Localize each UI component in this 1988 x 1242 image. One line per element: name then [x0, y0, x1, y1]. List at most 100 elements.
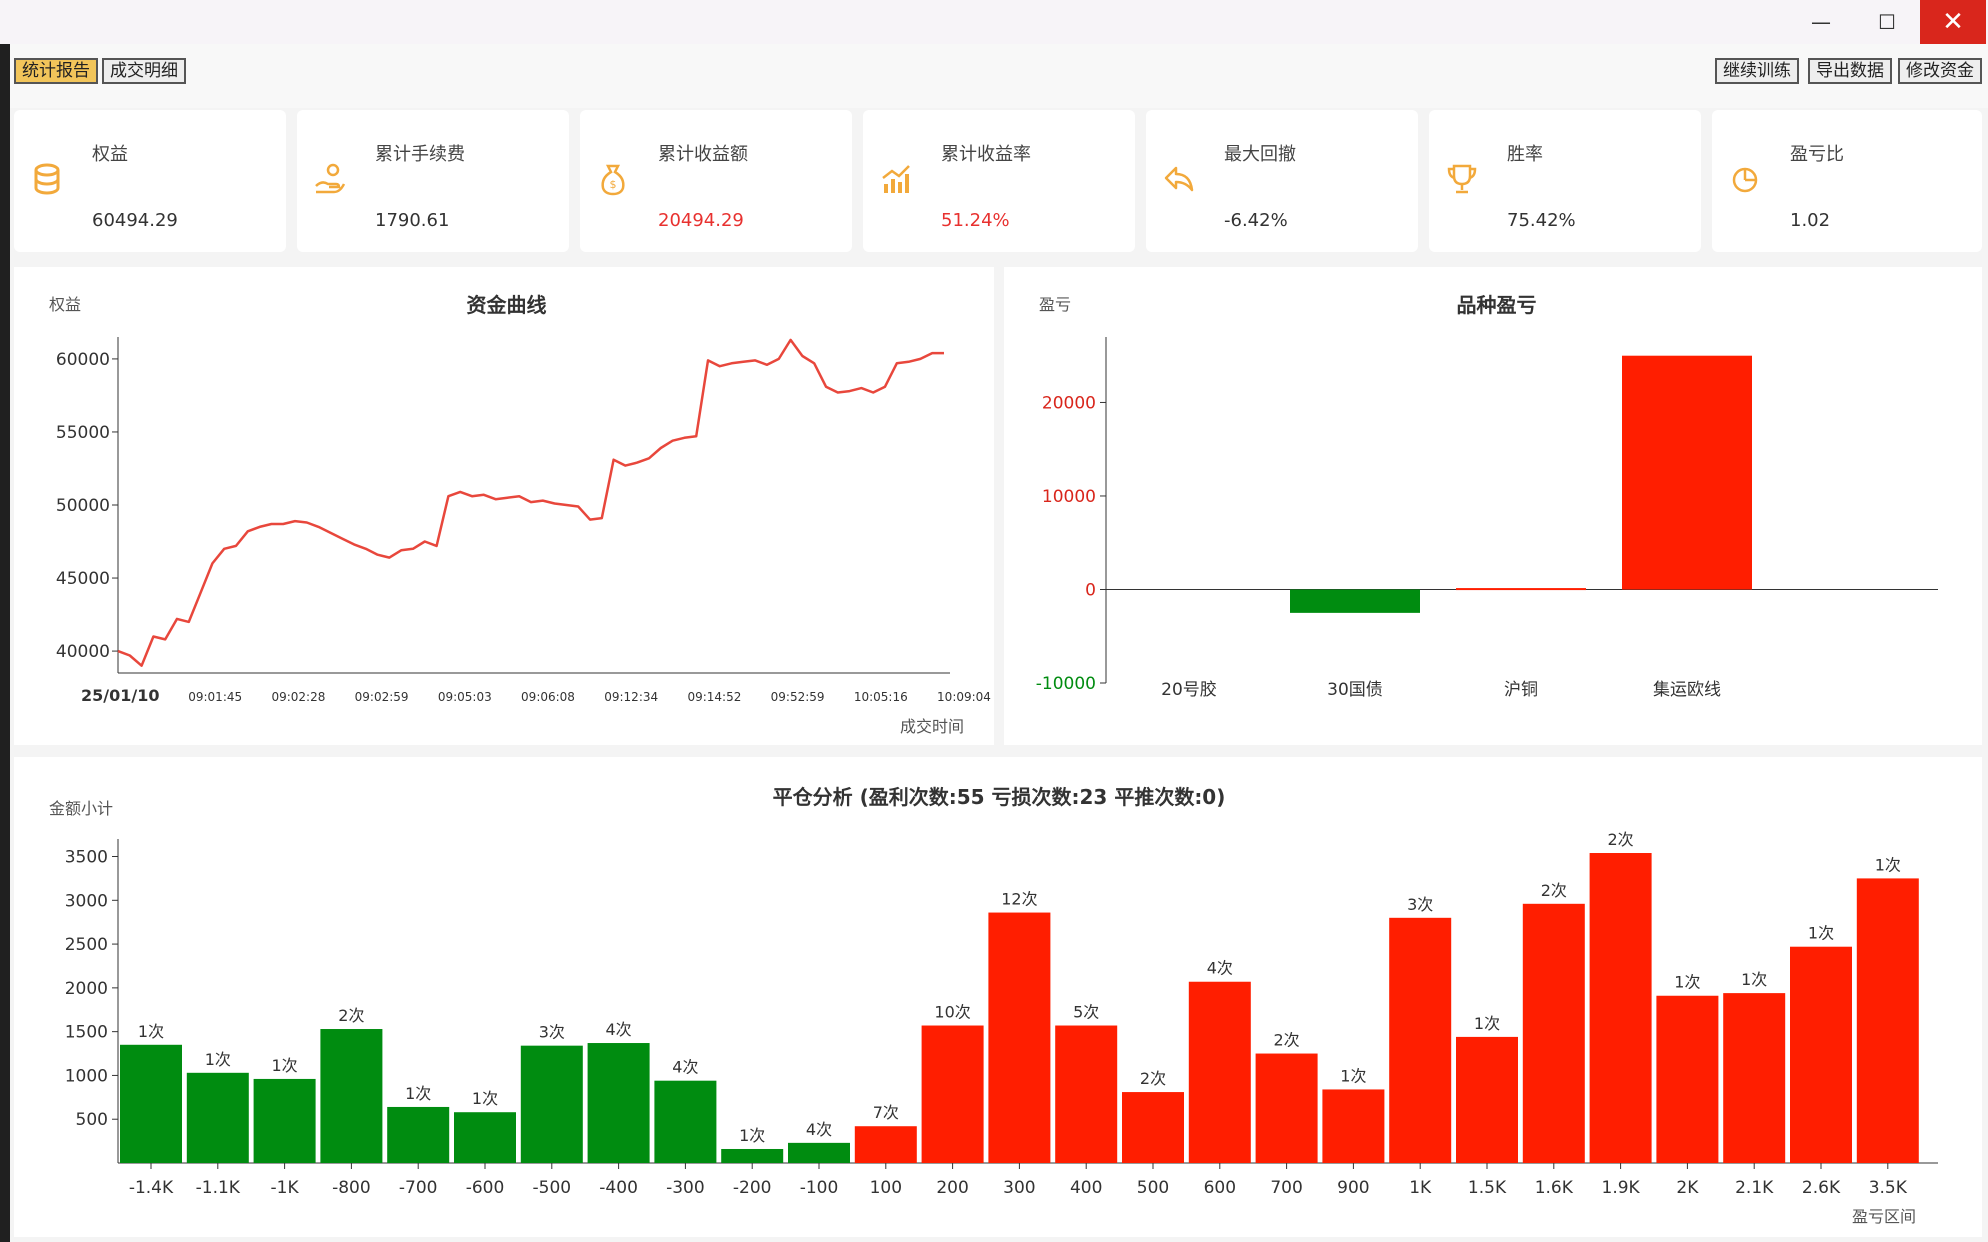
- export-data-button[interactable]: 导出数据: [1808, 58, 1892, 84]
- y-tick-label: 50000: [56, 496, 110, 516]
- y-tick-label: 1500: [65, 1023, 108, 1043]
- stat-card-max-drawdown: 最大回撤 -6.42%: [1146, 110, 1418, 252]
- continue-training-button[interactable]: 继续训练: [1715, 58, 1799, 84]
- x-tick-label: 1K: [1409, 1178, 1432, 1198]
- close-analysis-panel: 金额小计 平仓分析 (盈利次数:55 亏损次数:23 平推次数:0) 500 10…: [14, 757, 1982, 1237]
- x-tick-label: 1.5K: [1468, 1178, 1507, 1198]
- pnl-bar: [1622, 355, 1752, 590]
- bar-count-label: 7次: [873, 1103, 899, 1122]
- x-tick-label: 09:06:08: [521, 690, 575, 704]
- x-tick-label: -600: [466, 1178, 505, 1198]
- stat-value: 75.42%: [1507, 210, 1576, 231]
- bar-count-label: 1次: [472, 1089, 498, 1108]
- stat-card-win-rate: 胜率 75.42%: [1429, 110, 1701, 252]
- y-tick-label: 2500: [65, 935, 108, 955]
- close-bar: [120, 1044, 182, 1163]
- close-bar: [1723, 993, 1786, 1163]
- bar-count-label: 4次: [1207, 959, 1233, 978]
- bar-count-label: 1次: [1674, 973, 1700, 992]
- close-bar: [1055, 1025, 1118, 1163]
- x-tick-label: 100: [870, 1178, 902, 1198]
- close-bar: [988, 912, 1051, 1163]
- x-tick-label: 09:12:34: [604, 690, 658, 704]
- database-icon: [34, 163, 60, 195]
- x-tick-label: 10:05:16: [854, 690, 908, 704]
- minimize-button[interactable]: —: [1788, 0, 1854, 44]
- x-axis-name: 成交时间: [900, 717, 965, 736]
- bar-count-label: 2次: [338, 1006, 364, 1025]
- y-tick-label: 1000: [65, 1066, 108, 1086]
- trophy-icon: [1447, 164, 1477, 194]
- equity-series-line: [117, 338, 944, 667]
- bar-count-label: 1次: [138, 1022, 164, 1041]
- title-bar: — ☐ ✕: [0, 0, 1988, 44]
- close-bar: [1656, 995, 1719, 1163]
- tab-bar: 统计报告 成交明细 继续训练 导出数据 修改资金: [10, 44, 1988, 108]
- x-tick-label: -1.4K: [129, 1178, 174, 1198]
- bar-count-label: 1次: [1808, 924, 1834, 943]
- tab-statistics-report[interactable]: 统计报告: [14, 58, 98, 84]
- bar-count-label: 1次: [739, 1126, 765, 1145]
- x-tick-label: -100: [800, 1178, 839, 1198]
- x-tick-label: 700: [1270, 1178, 1302, 1198]
- bar-count-label: 4次: [606, 1020, 632, 1039]
- close-bar: [454, 1112, 516, 1163]
- stat-value: 20494.29: [658, 210, 744, 231]
- close-bar: [320, 1029, 383, 1163]
- x-tick-label: 1.9K: [1602, 1178, 1641, 1198]
- stat-value: -6.42%: [1224, 210, 1288, 231]
- bar-count-label: 5次: [1073, 1003, 1099, 1022]
- bar-count-label: 1次: [272, 1056, 298, 1075]
- maximize-button[interactable]: ☐: [1854, 0, 1920, 44]
- svg-text:$: $: [610, 178, 617, 191]
- growth-chart-icon: [882, 165, 910, 193]
- x-tick-label: 20号胶: [1161, 680, 1217, 700]
- stat-label: 盈亏比: [1790, 144, 1844, 165]
- close-bar: [721, 1148, 784, 1163]
- close-bar: [921, 1025, 984, 1163]
- equity-curve-panel: 权益 资金曲线 40000 45000 50000 55000 60000 25/01/1…: [14, 267, 994, 745]
- x-tick-label: 2.6K: [1802, 1178, 1841, 1198]
- y-tick-label: 60000: [56, 350, 110, 370]
- y-tick-label: -10000: [1036, 674, 1096, 694]
- stat-label: 累计手续费: [375, 144, 465, 165]
- x-tick-label: 300: [1003, 1178, 1035, 1198]
- x-tick-label: 集运欧线: [1653, 680, 1721, 700]
- x-tick-label: 09:01:45: [188, 690, 242, 704]
- bar-count-label: 1次: [405, 1084, 431, 1103]
- window-edge: [0, 44, 10, 1242]
- x-tick-label: 09:05:03: [438, 690, 492, 704]
- x-tick-label: 09:02:59: [355, 690, 409, 704]
- tab-trade-details[interactable]: 成交明细: [102, 58, 186, 84]
- y-tick-label: 10000: [1042, 487, 1096, 507]
- close-bar: [654, 1080, 717, 1163]
- stat-card-fees: 累计手续费 1790.61: [297, 110, 569, 252]
- undo-arrow-icon: [1164, 166, 1194, 192]
- stat-label: 权益: [92, 144, 128, 165]
- y-tick-label: 40000: [56, 642, 110, 662]
- x-axis-name: 盈亏区间: [1852, 1207, 1917, 1226]
- equity-curve-chart: 40000 45000 50000 55000 60000 25/01/10 09:01:4…: [56, 337, 991, 705]
- x-tick-label: 3.5K: [1869, 1178, 1908, 1198]
- close-bar: [1122, 1092, 1184, 1163]
- x-tick-label: 25/01/10: [81, 686, 159, 705]
- product-pnl-panel: 盈亏 品种盈亏 -10000 0 10000 20000 20号胶 30国债 沪铜 集运欧线: [1004, 267, 1982, 745]
- y-tick-label: 3500: [65, 848, 108, 868]
- x-tick-label: 2K: [1676, 1178, 1699, 1198]
- close-bar: [788, 1142, 850, 1163]
- money-bag-icon: $: [601, 164, 625, 196]
- bar-count-label: 1次: [205, 1050, 231, 1069]
- x-tick-label: 09:02:28: [271, 690, 325, 704]
- pie-icon: [1732, 167, 1758, 193]
- close-bar: [1589, 853, 1652, 1163]
- modify-funds-button[interactable]: 修改资金: [1898, 58, 1982, 84]
- close-bar: [1522, 903, 1585, 1163]
- product-pnl-chart: -10000 0 10000 20000 20号胶 30国债 沪铜 集运欧线: [1036, 337, 1938, 700]
- close-button[interactable]: ✕: [1920, 0, 1986, 44]
- close-bar: [587, 1043, 650, 1163]
- close-bar: [520, 1045, 583, 1163]
- bar-count-label: 1次: [1741, 970, 1767, 989]
- x-tick-label: 400: [1070, 1178, 1102, 1198]
- x-tick-label: 09:14:52: [687, 690, 741, 704]
- close-bar: [1456, 1036, 1518, 1163]
